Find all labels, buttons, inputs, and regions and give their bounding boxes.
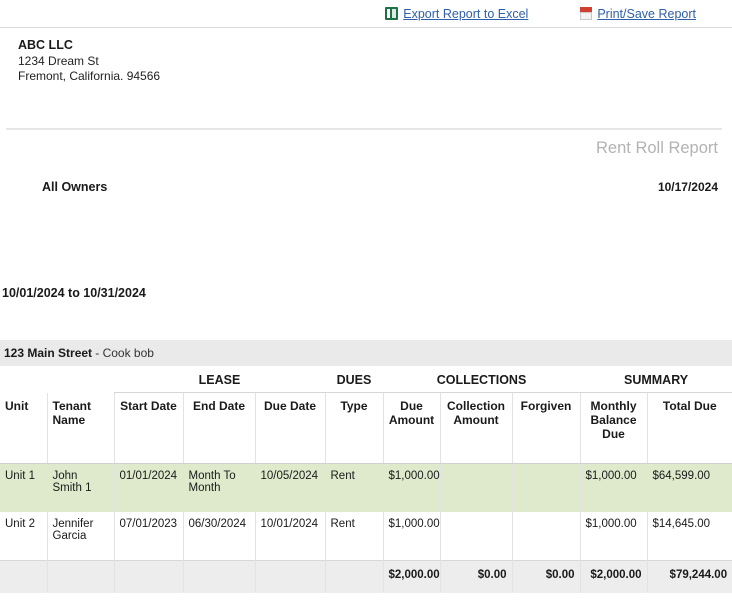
company-city-state-zip: Fremont, California. 94566 bbox=[18, 69, 732, 84]
totals-cell-forgiven: $0.00 bbox=[512, 561, 580, 594]
cell-end-date: Month To Month bbox=[183, 464, 255, 513]
company-name: ABC LLC bbox=[18, 38, 732, 53]
print-save-report-link[interactable]: Print/Save Report bbox=[580, 7, 696, 21]
report-title-row: Rent Roll Report bbox=[0, 130, 732, 158]
totals-cell-total-due: $79,244.00 bbox=[647, 561, 732, 594]
rent-roll-table-wrap: 123 Main Street - Cook bob LEASE DUES CO… bbox=[0, 340, 732, 593]
cell-type: Rent bbox=[325, 512, 383, 561]
group-header-lease: LEASE bbox=[114, 367, 325, 393]
owner-row: All Owners 10/17/2024 bbox=[0, 180, 732, 194]
pdf-icon bbox=[580, 7, 592, 20]
totals-cell-collection-amount: $0.00 bbox=[440, 561, 512, 594]
column-header-monthly-balance-due: Monthly Balance Due bbox=[580, 393, 647, 464]
company-address-block: ABC LLC 1234 Dream St Fremont, Californi… bbox=[0, 28, 732, 84]
cell-collection-amount bbox=[440, 464, 512, 513]
cell-due-amount: $1,000.00 bbox=[383, 464, 440, 513]
column-header-due-amount: Due Amount bbox=[383, 393, 440, 464]
totals-cell-type bbox=[325, 561, 383, 594]
group-spacer-left bbox=[0, 367, 47, 393]
people-icon bbox=[14, 180, 34, 194]
export-report-to-excel-label: Export Report to Excel bbox=[403, 7, 528, 21]
group-spacer-left2 bbox=[47, 367, 114, 393]
cell-tenant-name: John Smith 1 bbox=[47, 464, 114, 513]
page-title: Rent Roll Report bbox=[596, 139, 718, 157]
totals-cell-due-date bbox=[255, 561, 325, 594]
cell-unit: Unit 2 bbox=[0, 512, 47, 561]
cell-unit: Unit 1 bbox=[0, 464, 47, 513]
cell-start-date: 07/01/2023 bbox=[114, 512, 183, 561]
column-header-collection-amount: Collection Amount bbox=[440, 393, 512, 464]
cell-due-date: 10/01/2024 bbox=[255, 512, 325, 561]
cell-total-due: $64,599.00 bbox=[647, 464, 732, 513]
cell-start-date: 01/01/2024 bbox=[114, 464, 183, 513]
column-header-due-date: Due Date bbox=[255, 393, 325, 464]
totals-cell-end-date bbox=[183, 561, 255, 594]
column-header-unit: Unit bbox=[0, 393, 47, 464]
export-report-to-excel-link[interactable]: Export Report to Excel bbox=[385, 7, 528, 21]
owner-label: All Owners bbox=[42, 180, 658, 194]
report-date-range: 10/01/2024 to 10/31/2024 bbox=[0, 286, 732, 300]
totals-cell-monthly-balance-due: $2,000.00 bbox=[580, 561, 647, 594]
totals-cell-due-amount: $2,000.00 bbox=[383, 561, 440, 594]
group-header-dues: DUES bbox=[325, 367, 383, 393]
column-header-start-date: Start Date bbox=[114, 393, 183, 464]
cell-forgiven bbox=[512, 512, 580, 561]
report-run-date: 10/17/2024 bbox=[658, 180, 718, 194]
property-header-cell: 123 Main Street - Cook bob bbox=[0, 340, 732, 367]
table-row[interactable]: Unit 1 John Smith 1 01/01/2024 Month To … bbox=[0, 464, 732, 513]
column-header-end-date: End Date bbox=[183, 393, 255, 464]
totals-row: $2,000.00 $0.00 $0.00 $2,000.00 $79,244.… bbox=[0, 561, 732, 594]
column-header-tenant-name: Tenant Name bbox=[47, 393, 114, 464]
column-header-type: Type bbox=[325, 393, 383, 464]
property-owner: - Cook bob bbox=[95, 346, 154, 360]
excel-icon bbox=[385, 7, 398, 20]
table-row[interactable]: Unit 2 Jennifer Garcia 07/01/2023 06/30/… bbox=[0, 512, 732, 561]
totals-cell-tenant-name bbox=[47, 561, 114, 594]
cell-total-due: $14,645.00 bbox=[647, 512, 732, 561]
cell-end-date: 06/30/2024 bbox=[183, 512, 255, 561]
cell-due-amount: $1,000.00 bbox=[383, 512, 440, 561]
property-name: 123 Main Street bbox=[4, 346, 92, 360]
cell-collection-amount bbox=[440, 512, 512, 561]
group-header-row: LEASE DUES COLLECTIONS SUMMARY bbox=[0, 367, 732, 393]
rent-roll-table: 123 Main Street - Cook bob LEASE DUES CO… bbox=[0, 340, 732, 593]
cell-monthly-balance-due: $1,000.00 bbox=[580, 464, 647, 513]
report-toolbar: Export Report to Excel Print/Save Report bbox=[0, 0, 732, 28]
property-header-row: 123 Main Street - Cook bob bbox=[0, 340, 732, 367]
cell-monthly-balance-due: $1,000.00 bbox=[580, 512, 647, 561]
cell-due-date: 10/05/2024 bbox=[255, 464, 325, 513]
group-header-summary: SUMMARY bbox=[580, 367, 732, 393]
column-header-forgiven: Forgiven bbox=[512, 393, 580, 464]
company-street: 1234 Dream St bbox=[18, 54, 732, 69]
totals-cell-unit bbox=[0, 561, 47, 594]
totals-cell-start-date bbox=[114, 561, 183, 594]
column-header-total-due: Total Due bbox=[647, 393, 732, 464]
column-header-row: Unit Tenant Name Start Date End Date Due… bbox=[0, 393, 732, 464]
cell-tenant-name: Jennifer Garcia bbox=[47, 512, 114, 561]
print-save-report-label: Print/Save Report bbox=[597, 7, 696, 21]
group-header-collections: COLLECTIONS bbox=[383, 367, 580, 393]
cell-type: Rent bbox=[325, 464, 383, 513]
cell-forgiven bbox=[512, 464, 580, 513]
